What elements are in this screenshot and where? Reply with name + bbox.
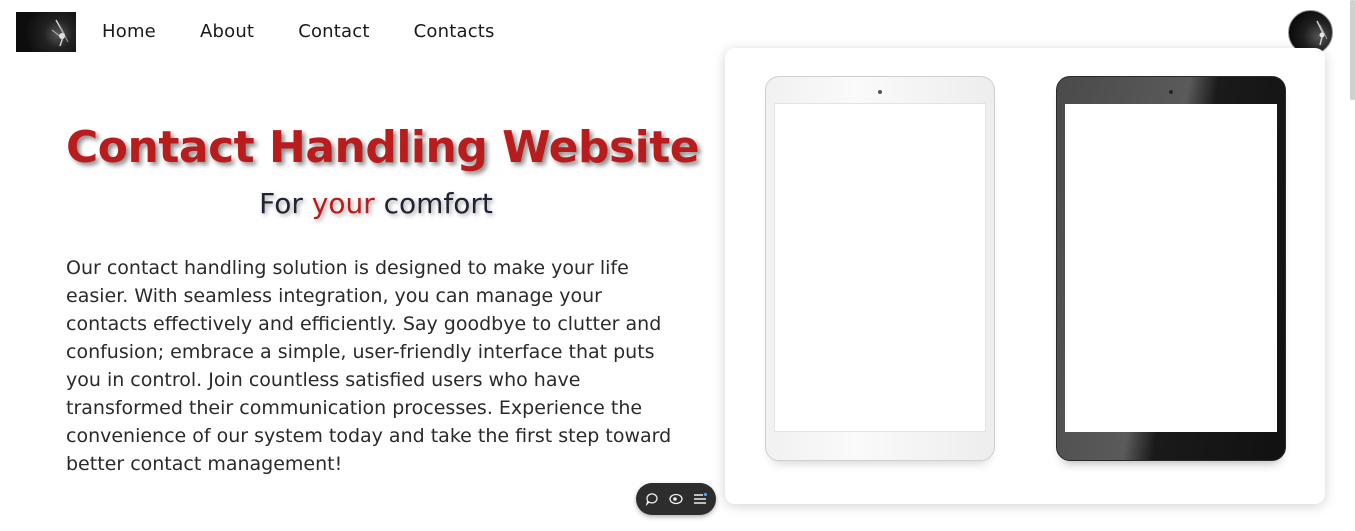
hero-title: Contact Handling Website [66, 122, 700, 173]
black-tablet-image [1056, 76, 1286, 461]
camera-dot [1169, 90, 1173, 94]
scrollbar[interactable] [1350, 0, 1355, 100]
main-nav: Home About Contact Contacts [102, 20, 539, 44]
hero-description: Our contact handling solution is designe… [66, 257, 672, 475]
subtitle-text: For [259, 187, 312, 220]
page: Home About Contact Contacts Contact Hand… [0, 0, 1355, 531]
floating-toolbar [636, 483, 716, 515]
logo-image[interactable] [16, 12, 76, 52]
eye-icon[interactable] [669, 492, 683, 506]
list-icon[interactable] [693, 492, 707, 506]
camera-dot [878, 90, 882, 94]
comment-icon[interactable] [645, 492, 659, 506]
nav-home-link[interactable]: Home [102, 20, 156, 44]
tablet-screen [774, 103, 986, 432]
subtitle-text-end: comfort [374, 187, 493, 220]
white-tablet-image [765, 76, 995, 461]
nav-contact-link[interactable]: Contact [298, 20, 369, 44]
nav-contacts-link[interactable]: Contacts [414, 20, 495, 44]
tablet-screen [1065, 104, 1277, 432]
nav-about-link[interactable]: About [200, 20, 254, 44]
hero-subtitle: For your comfort [66, 186, 686, 222]
subtitle-accent: your [311, 187, 375, 220]
